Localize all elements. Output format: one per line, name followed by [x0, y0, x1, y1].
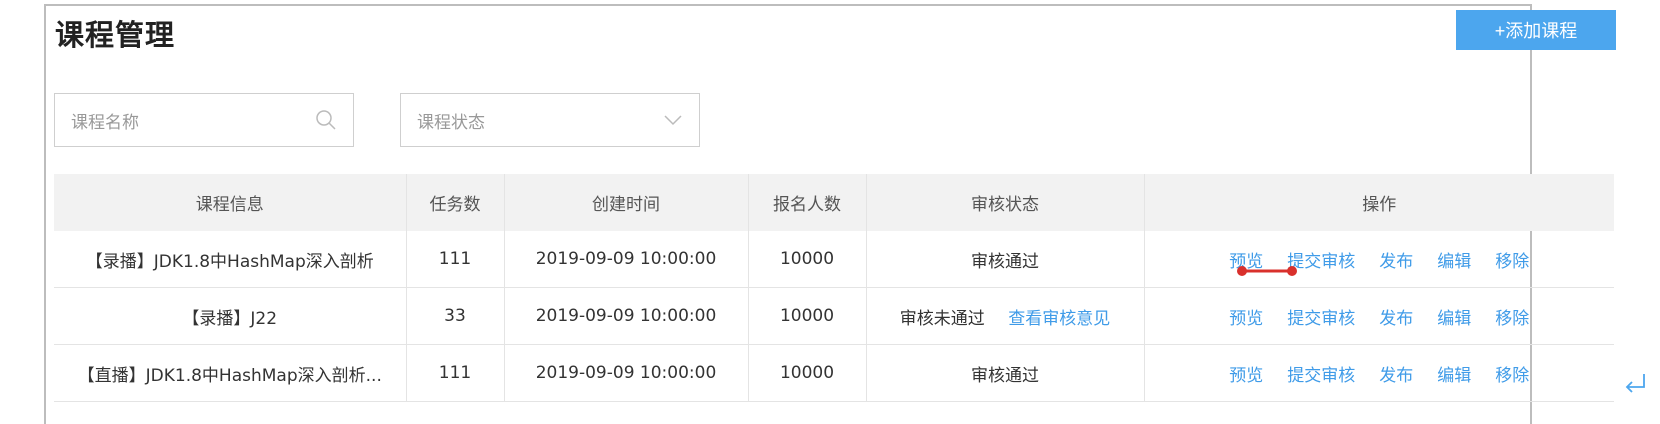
edit-link[interactable]: 编辑	[1437, 304, 1471, 329]
actions-cell: 预览 提交审核 发布 编辑 移除	[1144, 231, 1614, 288]
add-course-button[interactable]: +添加课程	[1456, 10, 1616, 50]
table-row: 【录播】JDK1.8中HashMap深入剖析 111 2019-09-09 10…	[54, 231, 1614, 288]
view-review-comments-link[interactable]: 查看审核意见	[1008, 309, 1110, 329]
submit-review-link[interactable]: 提交审核	[1287, 304, 1355, 329]
course-info-cell: 【直播】JDK1.8中HashMap深入剖析...	[54, 344, 407, 402]
review-status-cell: 审核通过	[866, 231, 1145, 288]
column-header-course-info: 课程信息	[54, 174, 407, 231]
review-status: 审核未通过	[899, 308, 985, 329]
table-row: 【录播】J22 33 2019-09-09 10:00:00 10000 审核未…	[54, 287, 1614, 345]
actions-cell: 预览 提交审核 发布 编辑 移除	[1144, 287, 1614, 345]
course-info-cell: 【录播】JDK1.8中HashMap深入剖析	[54, 231, 407, 288]
publish-link[interactable]: 发布	[1379, 247, 1413, 272]
enrolled-cell: 10000	[748, 287, 867, 345]
search-icon[interactable]	[315, 109, 337, 131]
annotation-underline-mark	[1237, 266, 1297, 276]
created-cell: 2019-09-09 10:00:00	[504, 287, 749, 345]
course-status-select[interactable]: 课程状态	[400, 93, 700, 147]
actions-cell: 预览 提交审核 发布 编辑 移除	[1144, 344, 1614, 402]
tasks-cell: 111	[406, 344, 505, 402]
edit-link[interactable]: 编辑	[1437, 247, 1471, 272]
tasks-cell: 33	[406, 287, 505, 345]
chevron-down-icon	[663, 114, 683, 126]
preview-link[interactable]: 预览	[1229, 304, 1263, 329]
course-name-search-input[interactable]: 课程名称	[54, 93, 354, 147]
column-header-review-status: 审核状态	[866, 174, 1145, 231]
page-title: 课程管理	[55, 18, 176, 52]
column-header-tasks: 任务数	[406, 174, 505, 231]
enrolled-cell: 10000	[748, 231, 867, 288]
created-cell: 2019-09-09 10:00:00	[504, 344, 749, 402]
edit-link[interactable]: 编辑	[1437, 361, 1471, 386]
review-status: 审核通过	[971, 251, 1039, 272]
course-table: 课程信息 任务数 创建时间 报名人数 审核状态 操作 【录播】JDK1.8中Ha…	[54, 174, 1614, 402]
review-status-cell: 审核通过	[866, 344, 1145, 402]
remove-link[interactable]: 移除	[1495, 247, 1529, 272]
course-info-cell: 【录播】J22	[54, 287, 407, 345]
status-placeholder: 课程状态	[417, 112, 485, 133]
column-header-created: 创建时间	[504, 174, 749, 231]
enrolled-cell: 10000	[748, 344, 867, 402]
review-status: 审核通过	[971, 365, 1039, 386]
publish-link[interactable]: 发布	[1379, 361, 1413, 386]
publish-link[interactable]: 发布	[1379, 304, 1413, 329]
remove-link[interactable]: 移除	[1495, 361, 1529, 386]
preview-link[interactable]: 预览	[1229, 361, 1263, 386]
remove-link[interactable]: 移除	[1495, 304, 1529, 329]
created-cell: 2019-09-09 10:00:00	[504, 231, 749, 288]
table-row: 【直播】JDK1.8中HashMap深入剖析... 111 2019-09-09…	[54, 344, 1614, 402]
column-header-enrolled: 报名人数	[748, 174, 867, 231]
return-arrow-icon	[1625, 374, 1645, 393]
column-header-actions: 操作	[1144, 174, 1614, 231]
review-status-cell: 审核未通过 查看审核意见	[866, 287, 1145, 345]
tasks-cell: 111	[406, 231, 505, 288]
search-placeholder: 课程名称	[71, 112, 139, 133]
submit-review-link[interactable]: 提交审核	[1287, 361, 1355, 386]
table-header-row: 课程信息 任务数 创建时间 报名人数 审核状态 操作	[54, 174, 1614, 231]
